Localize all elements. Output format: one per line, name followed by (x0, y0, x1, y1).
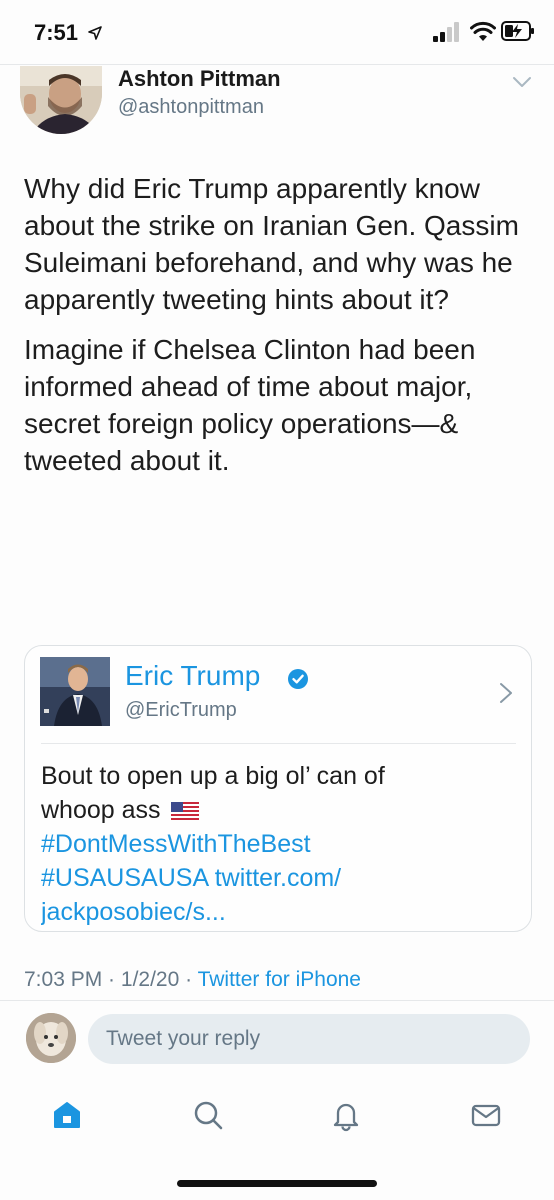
url-link[interactable]: jackposobiec/s... (41, 898, 226, 926)
home-indicator[interactable] (177, 1180, 377, 1187)
quoted-tweet-text: Bout to open up a big ol’ can of whoop a… (41, 759, 511, 929)
verified-badge-icon (288, 669, 308, 689)
cellular-signal-icon (433, 22, 459, 42)
hashtag-link[interactable]: #USAUSAUSA (41, 864, 208, 892)
tweet-source-link[interactable]: Twitter for iPhone (198, 968, 361, 991)
wifi-icon (470, 21, 496, 41)
battery-charging-icon (501, 21, 534, 41)
tweet-date: 1/2/20 (120, 968, 180, 991)
reply-input[interactable]: Tweet your reply (88, 1014, 530, 1064)
divider (0, 64, 554, 65)
location-arrow-icon (88, 26, 102, 40)
status-time: 7:51 (34, 20, 79, 45)
tweet-paragraph: Imagine if Chelsea Clinton had been info… (24, 334, 476, 476)
author-name[interactable]: Ashton Pittman (118, 66, 281, 92)
tweet-meta: 7:03 PM · 1/2/20 · Twitter for iPhone (24, 968, 361, 991)
status-bar: 7:51 (0, 0, 554, 64)
divider (41, 743, 516, 744)
us-flag-icon (171, 802, 200, 821)
quoted-author-name[interactable]: Eric Trump (125, 660, 260, 692)
divider (0, 1000, 554, 1001)
notifications-icon[interactable] (329, 1098, 363, 1132)
author-handle[interactable]: @ashtonpittman (118, 96, 264, 119)
hashtag-link[interactable]: #DontMessWithTheBest (41, 830, 311, 858)
url-link[interactable]: twitter.com/ (215, 864, 341, 892)
author-avatar[interactable] (20, 66, 102, 134)
reply-placeholder: Tweet your reply (106, 1027, 261, 1050)
search-icon[interactable] (191, 1098, 225, 1132)
chevron-down-icon[interactable] (512, 76, 532, 88)
quoted-author-avatar-image (40, 657, 110, 726)
user-avatar[interactable] (26, 1013, 76, 1063)
quoted-tweet-card[interactable]: Eric Trump @EricTrump Bout to open up a … (24, 645, 532, 932)
author-avatar-image (20, 66, 102, 134)
quoted-text-line: whoop ass (41, 796, 161, 824)
tweet-time: 7:03 PM (24, 968, 103, 991)
quoted-author-avatar[interactable] (40, 657, 110, 726)
messages-icon[interactable] (469, 1098, 503, 1132)
tweet-text: Why did Eric Trump apparently know about… (24, 170, 534, 492)
user-avatar-image (26, 1013, 76, 1063)
quoted-text-line: Bout to open up a big ol’ can of (41, 762, 385, 790)
home-icon[interactable] (50, 1098, 84, 1132)
chevron-right-icon[interactable] (499, 682, 513, 704)
tweet-paragraph: Why did Eric Trump apparently know about… (24, 173, 519, 315)
quoted-author-handle[interactable]: @EricTrump (125, 699, 237, 722)
